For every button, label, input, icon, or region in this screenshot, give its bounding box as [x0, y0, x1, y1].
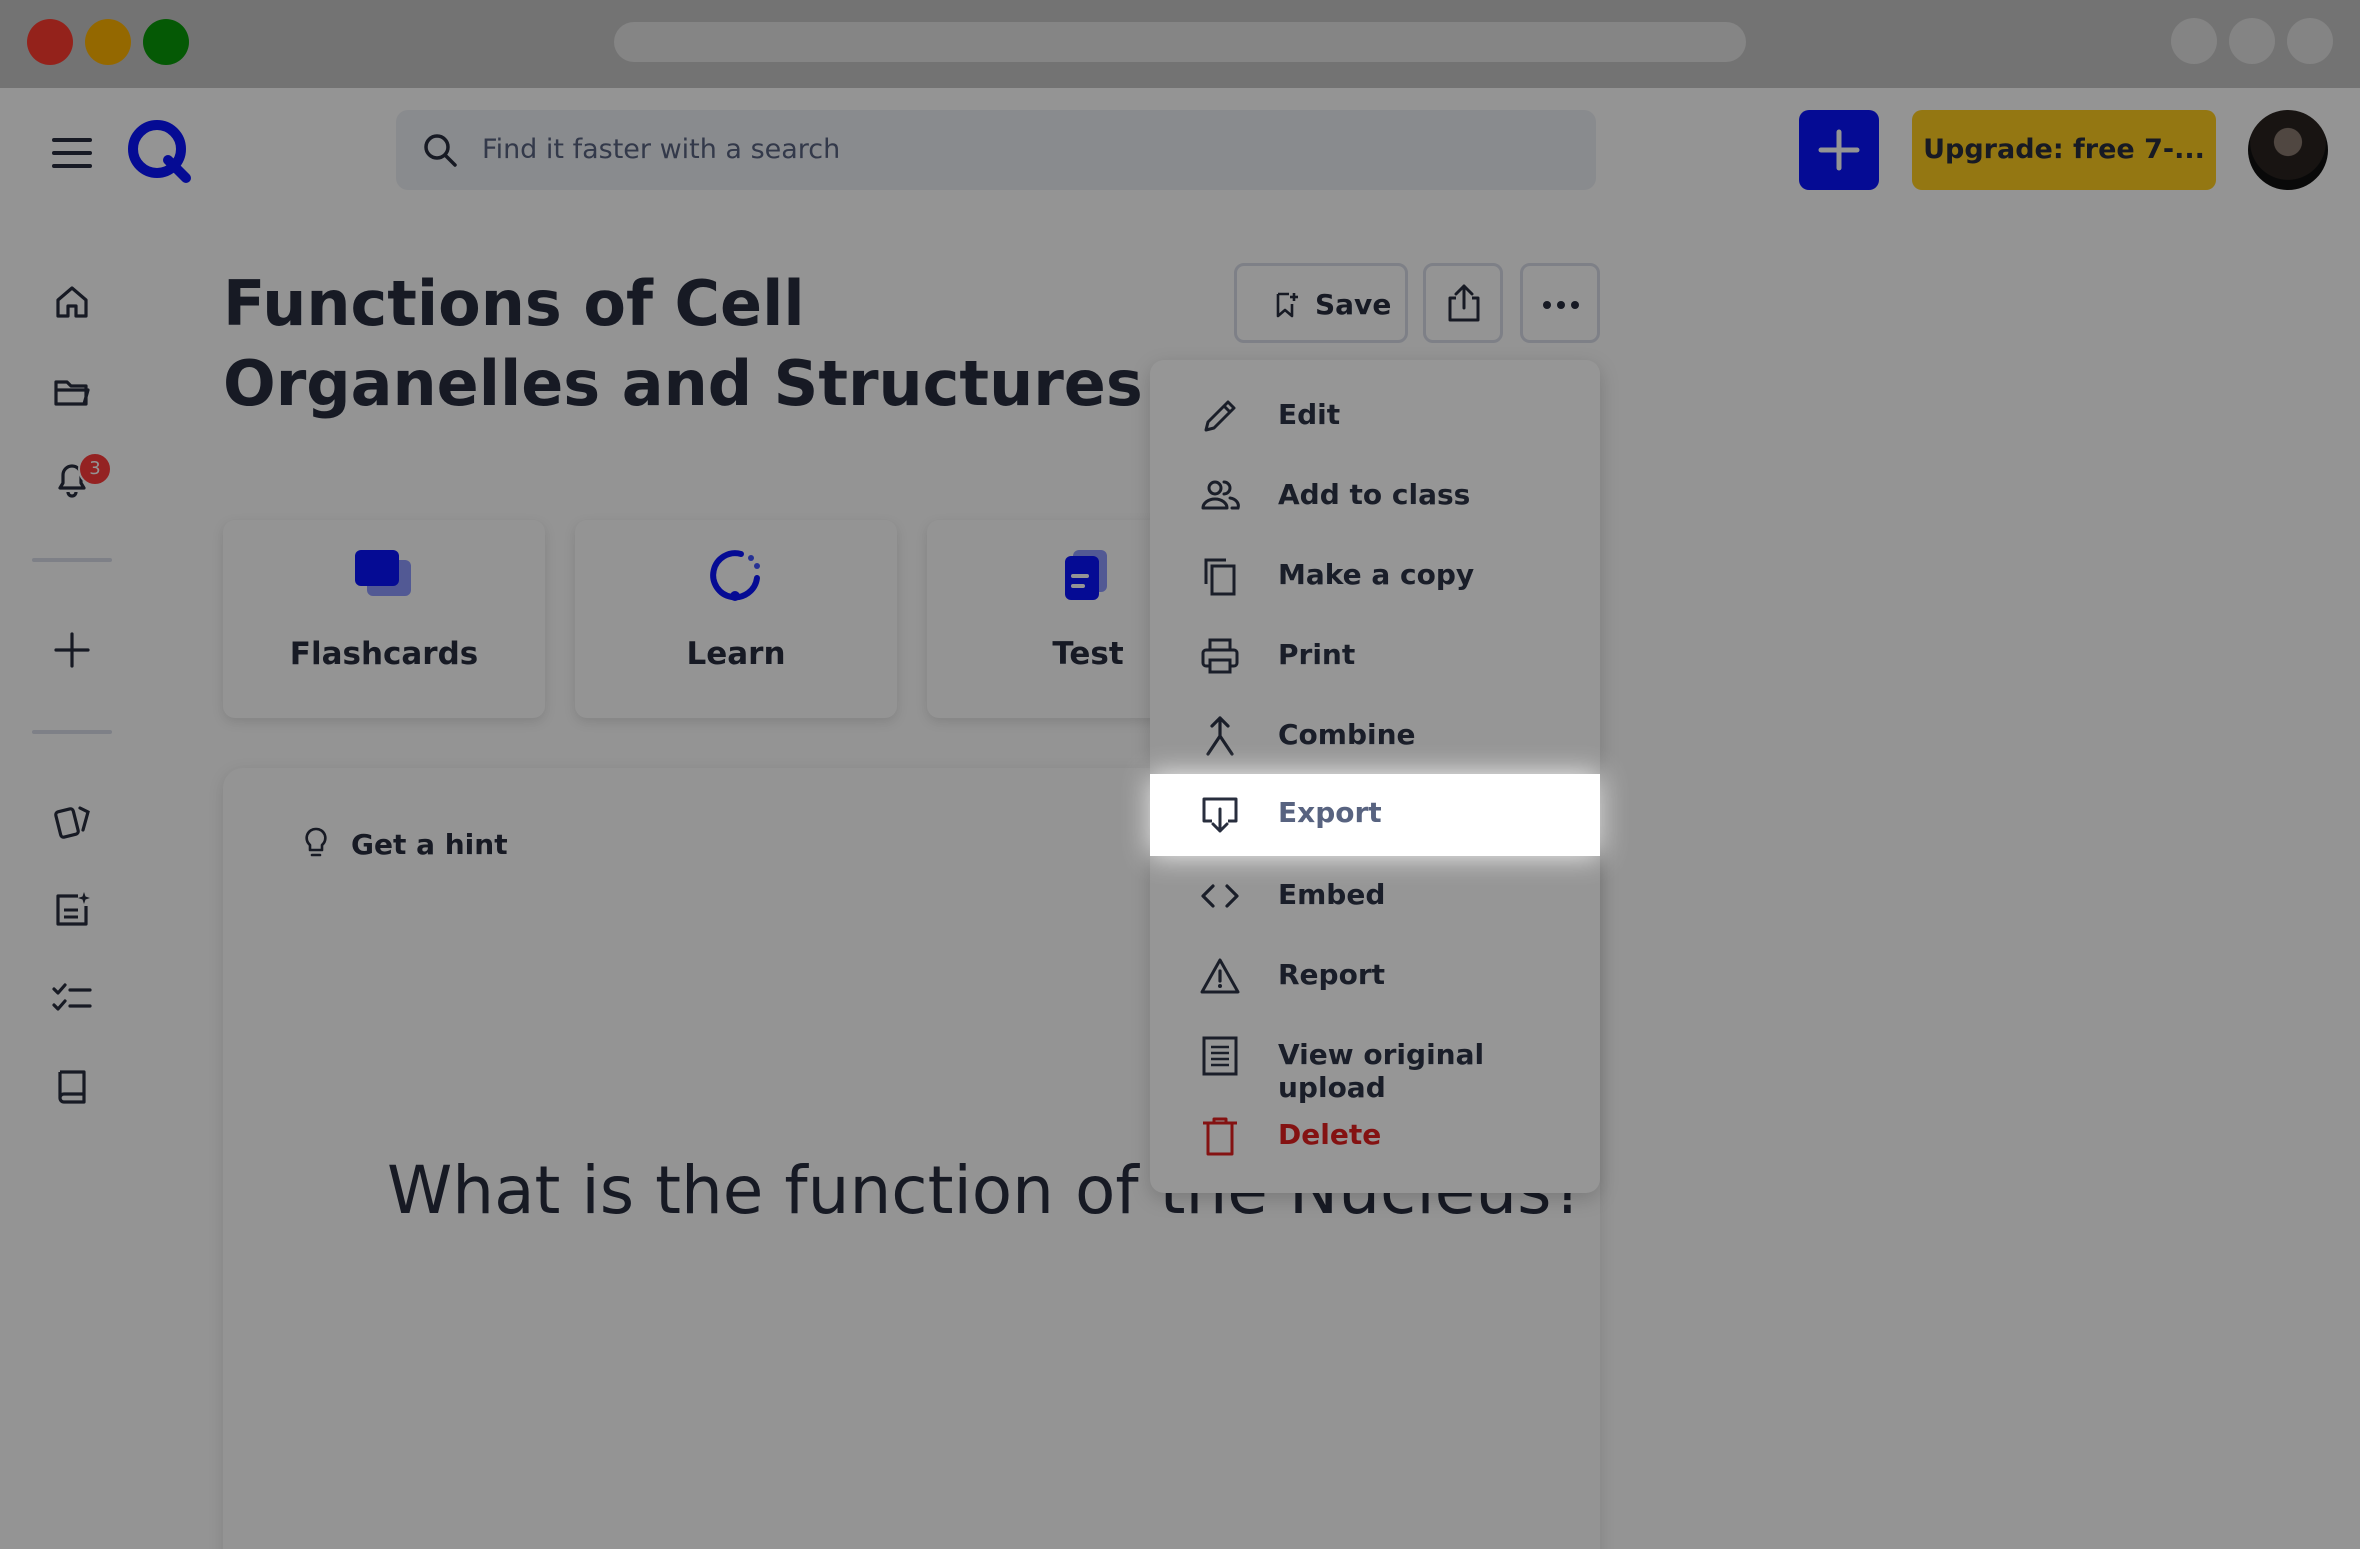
- menu-item-label: Export: [1278, 796, 1382, 829]
- menu-item-make-copy[interactable]: Make a copy: [1150, 536, 1600, 616]
- menu-item-label: Report: [1278, 958, 1386, 991]
- menu-item-delete[interactable]: Delete: [1150, 1096, 1600, 1176]
- menu-item-add-to-class[interactable]: Add to class: [1150, 456, 1600, 536]
- menu-item-report[interactable]: Report: [1150, 936, 1600, 1016]
- menu-item-export[interactable]: Export: [1150, 774, 1600, 856]
- menu-item-label: View original upload: [1278, 1038, 1485, 1104]
- copy-icon: [1204, 558, 1236, 596]
- warning-icon: [1200, 958, 1240, 994]
- menu-item-label: Print: [1278, 638, 1356, 671]
- menu-item-view-original-upload[interactable]: View original upload: [1150, 1016, 1600, 1104]
- menu-item-label: Combine: [1278, 718, 1416, 751]
- menu-item-edit[interactable]: Edit: [1150, 376, 1600, 456]
- menu-item-combine[interactable]: Combine: [1150, 696, 1600, 776]
- menu-item-label: Embed: [1278, 878, 1386, 911]
- menu-item-print[interactable]: Print: [1150, 616, 1600, 696]
- menu-item-embed[interactable]: Embed: [1150, 856, 1600, 936]
- trash-icon: [1203, 1117, 1237, 1156]
- document-icon: [1202, 1036, 1238, 1076]
- export-icon: [1202, 797, 1238, 833]
- code-icon: [1201, 884, 1239, 908]
- pencil-icon: [1204, 400, 1236, 432]
- menu-item-label: Make a copy: [1278, 558, 1475, 591]
- menu-item-label: Add to class: [1278, 478, 1471, 511]
- menu-item-label: Edit: [1278, 398, 1341, 431]
- people-icon: [1201, 480, 1240, 510]
- printer-icon: [1201, 638, 1239, 674]
- menu-item-label: Delete: [1278, 1118, 1382, 1151]
- merge-icon: [1206, 716, 1234, 756]
